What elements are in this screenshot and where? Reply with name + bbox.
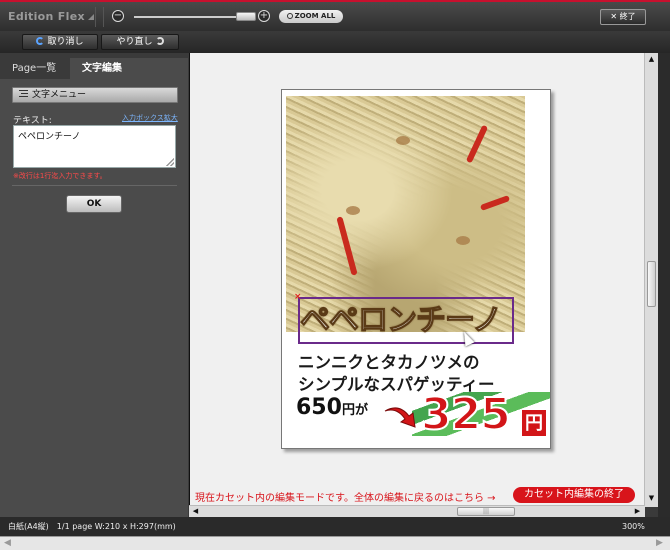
- horizontal-scrollbar[interactable]: ◀ ||| ▶: [189, 505, 645, 517]
- top-toolbar: Edition Flex − + ZOOM ALL ✕ 終了: [0, 0, 670, 31]
- brand-logo: Edition Flex: [8, 10, 94, 23]
- status-bar: 白紙(A4縦) 1/1 page W:210 x H:297(mm) 300%: [0, 517, 670, 536]
- zoom-all-label: ZOOM ALL: [294, 12, 336, 20]
- chili-decoration: [479, 195, 511, 211]
- exit-button[interactable]: ✕ 終了: [600, 9, 646, 25]
- delete-handle-icon[interactable]: ×: [294, 293, 302, 302]
- original-price-value: 650: [296, 395, 342, 420]
- paper-info: 白紙(A4縦) 1/1 page W:210 x H:297(mm): [8, 522, 176, 531]
- undo-label: 取り消し: [47, 37, 84, 47]
- scroll-down-icon[interactable]: ▼: [647, 494, 656, 503]
- horizontal-scroll-thumb[interactable]: |||: [457, 507, 515, 516]
- chili-decoration: [465, 124, 489, 164]
- scroll-left-icon[interactable]: ◀: [4, 538, 11, 548]
- sale-price-unit: 円: [521, 409, 547, 437]
- panel-tabs: Page一覧 文字編集: [0, 58, 188, 79]
- scroll-up-icon[interactable]: ▲: [647, 55, 656, 64]
- original-price[interactable]: 650円が: [296, 395, 368, 420]
- scroll-right-icon[interactable]: ▶: [656, 538, 663, 548]
- zoom-in-button[interactable]: +: [258, 10, 270, 22]
- tab-text-edit[interactable]: 文字編集: [70, 58, 188, 79]
- textarea-resize-handle[interactable]: [166, 158, 174, 166]
- cassette-mode-notice: 現在カセット内の編集モードです。全体の編集に戻るのはこちら →: [195, 493, 496, 504]
- zoom-level: 300%: [622, 522, 645, 531]
- brand-name: Edition Flex: [8, 10, 85, 23]
- right-edge: [658, 53, 670, 517]
- garlic-decoration: [346, 206, 360, 215]
- magnifier-icon: [286, 13, 293, 19]
- scroll-grip-icon: |||: [482, 508, 490, 515]
- redo-label: やり直し: [116, 37, 153, 47]
- text-menu-label: 文字メニュー: [32, 90, 87, 100]
- end-cassette-edit-button[interactable]: カセット内編集の終了: [513, 487, 635, 503]
- tab-page-list[interactable]: Page一覧: [0, 58, 70, 79]
- ok-button[interactable]: OK: [66, 195, 122, 213]
- app-window: Edition Flex − + ZOOM ALL ✕ 終了 取り消し やり直し…: [0, 0, 670, 550]
- edit-toolbar: 取り消し やり直し: [0, 31, 670, 53]
- price-arrow-icon: [384, 407, 416, 428]
- zoom-all-button[interactable]: ZOOM ALL: [279, 10, 343, 23]
- browser-bottom-bar: ◀ ▶: [0, 536, 670, 550]
- undo-button[interactable]: 取り消し: [22, 34, 98, 50]
- scroll-right-icon[interactable]: ▶: [633, 507, 642, 516]
- zoom-slider-handle[interactable]: [236, 12, 256, 21]
- text-menu-button[interactable]: 文字メニュー: [12, 87, 178, 103]
- newline-note: ※改行は1行迄入力できます。: [13, 172, 107, 180]
- vertical-scrollbar[interactable]: ▲ ▼: [644, 53, 658, 507]
- description-line-1[interactable]: ニンニクとタカノツメの: [298, 349, 480, 373]
- text-input[interactable]: ペペロンチーノ: [13, 125, 176, 168]
- sale-price[interactable]: 325: [420, 390, 512, 440]
- brand-triangle-icon: [87, 14, 94, 20]
- text-menu-icon: [19, 90, 28, 97]
- panel-divider: [12, 185, 177, 186]
- scroll-left-icon[interactable]: ◀: [191, 507, 200, 516]
- redo-icon: [155, 37, 164, 45]
- vertical-scroll-thumb[interactable]: [647, 261, 656, 307]
- expand-input-link[interactable]: 入力ボックス拡大: [122, 113, 178, 123]
- left-panel: Page一覧 文字編集 文字メニュー テキスト: 入力ボックス拡大 ペペロンチー…: [0, 58, 188, 517]
- garlic-decoration: [396, 136, 410, 145]
- undo-icon: [36, 37, 45, 45]
- chili-decoration: [336, 216, 358, 276]
- toolbar-divider: [95, 7, 96, 27]
- text-selection-box[interactable]: [298, 297, 514, 344]
- toolbar-divider: [103, 7, 104, 27]
- garlic-decoration: [456, 236, 470, 245]
- zoom-out-button[interactable]: −: [112, 10, 124, 22]
- original-price-unit: 円が: [341, 403, 368, 418]
- redo-button[interactable]: やり直し: [101, 34, 179, 50]
